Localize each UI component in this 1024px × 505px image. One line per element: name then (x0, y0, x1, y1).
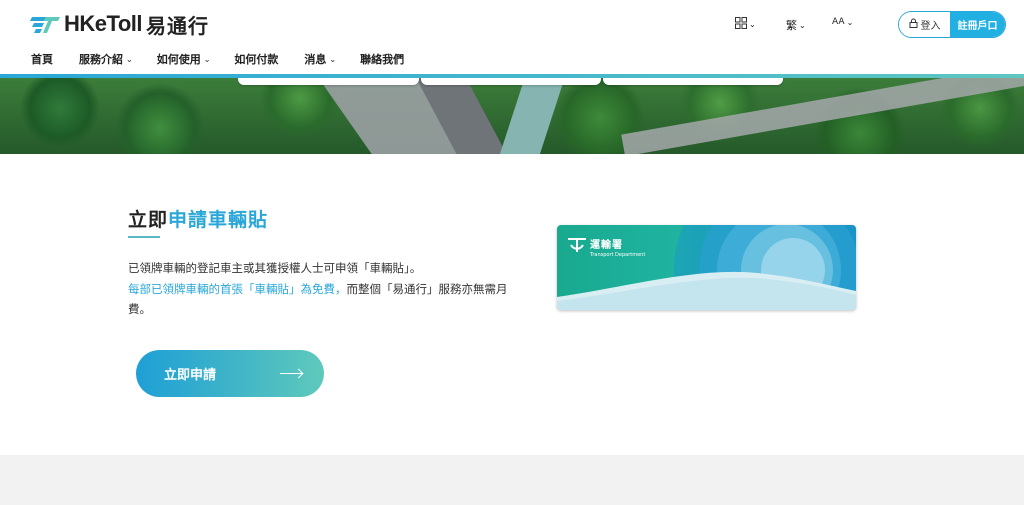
nav-item-label: 如何使用 (156, 53, 201, 66)
chevron-down-icon: ⌄ (799, 20, 806, 30)
brand-name-cn: 易通行 (145, 13, 209, 38)
site-header: HKeToll 易通行 首頁 服務介紹 ⌄ 如何使用 ⌄ 如何付款 消息 ⌄ 聯… (0, 0, 1024, 78)
nav-item-home[interactable]: 首頁 (31, 51, 53, 67)
nav-item-contact[interactable]: 聯絡我們 (360, 51, 404, 67)
login-button[interactable]: 登入 (899, 12, 950, 37)
register-button[interactable]: 註冊戶口 (950, 12, 1005, 37)
hero-banner-image (0, 78, 1024, 154)
chevron-down-icon: ⌄ (749, 20, 756, 29)
bridge-shape (492, 78, 568, 154)
footer-band (0, 455, 1024, 505)
section-description: 已領牌車輛的登記車主或其獲授權人士可申領「車輛貼」。 每部已領牌車輛的首張「車輛… (128, 258, 508, 320)
nav-item-label: 首頁 (31, 53, 53, 66)
description-line: 已領牌車輛的登記車主或其獲授權人士可申領「車輛貼」。 (128, 261, 422, 275)
font-size-selector[interactable]: AA ⌄ (832, 17, 853, 27)
apps-menu-button[interactable]: ⌄ (735, 17, 756, 32)
nav-item-services[interactable]: 服務介紹 ⌄ (79, 51, 133, 67)
highlight-text: 每部已領牌車輛的首張「車輛貼」為免費， (128, 281, 347, 296)
title-underline (128, 236, 160, 238)
vehicle-tag-card-image: 運輸署 Transport Department (557, 225, 856, 310)
carousel-tab[interactable] (238, 78, 419, 85)
language-label: 繁 (786, 19, 797, 32)
chevron-down-icon: ⌄ (126, 54, 133, 64)
grid-icon (735, 17, 747, 32)
transport-dept-label: 運輸署 Transport Department (590, 236, 645, 258)
title-part-1: 立即 (128, 209, 169, 231)
nav-item-label: 服務介紹 (79, 53, 123, 66)
font-size-label: AA (832, 17, 845, 27)
arrow-right-icon (280, 373, 302, 374)
dept-name-en: Transport Department (590, 252, 646, 258)
brand-logo[interactable]: HKeToll 易通行 (30, 11, 209, 38)
language-selector[interactable]: 繁 ⌄ (786, 17, 806, 33)
auth-buttons: 登入 註冊戶口 (898, 11, 1006, 38)
chevron-down-icon: ⌄ (329, 54, 337, 64)
login-label: 登入 (920, 21, 941, 32)
road-shape (621, 78, 1024, 154)
nav-item-label: 如何付款 (234, 53, 279, 66)
apply-now-label: 立即申請 (164, 368, 217, 383)
hketoll-logo-icon (30, 13, 60, 35)
register-label: 註冊戶口 (957, 21, 998, 32)
nav-item-how-to-pay[interactable]: 如何付款 (234, 51, 278, 67)
chevron-down-icon: ⌄ (846, 17, 854, 27)
carousel-tab[interactable] (421, 78, 601, 85)
nav-item-how-to-use[interactable]: 如何使用 ⌄ (157, 51, 211, 67)
carousel-tab[interactable] (603, 78, 783, 85)
nav-item-news[interactable]: 消息 ⌄ (304, 51, 336, 67)
title-part-2: 申請車輛貼 (168, 209, 269, 231)
main-nav: 首頁 服務介紹 ⌄ 如何使用 ⌄ 如何付款 消息 ⌄ 聯絡我們 (31, 51, 404, 67)
chevron-down-icon: ⌄ (203, 54, 211, 64)
dept-name-cn: 運輸署 (590, 240, 623, 251)
apply-now-button[interactable]: 立即申請 (136, 350, 324, 397)
nav-item-label: 聯絡我們 (360, 53, 405, 66)
lock-icon (909, 18, 918, 31)
section-title: 立即申請車輛貼 (128, 205, 268, 232)
brand-name-en: HKeToll (64, 11, 142, 36)
nav-item-label: 消息 (304, 53, 327, 66)
description-rest: 每部已領牌車輛的首張「車輛貼」為免費，而整個「易通行」服務亦無需月費。 (128, 279, 508, 320)
